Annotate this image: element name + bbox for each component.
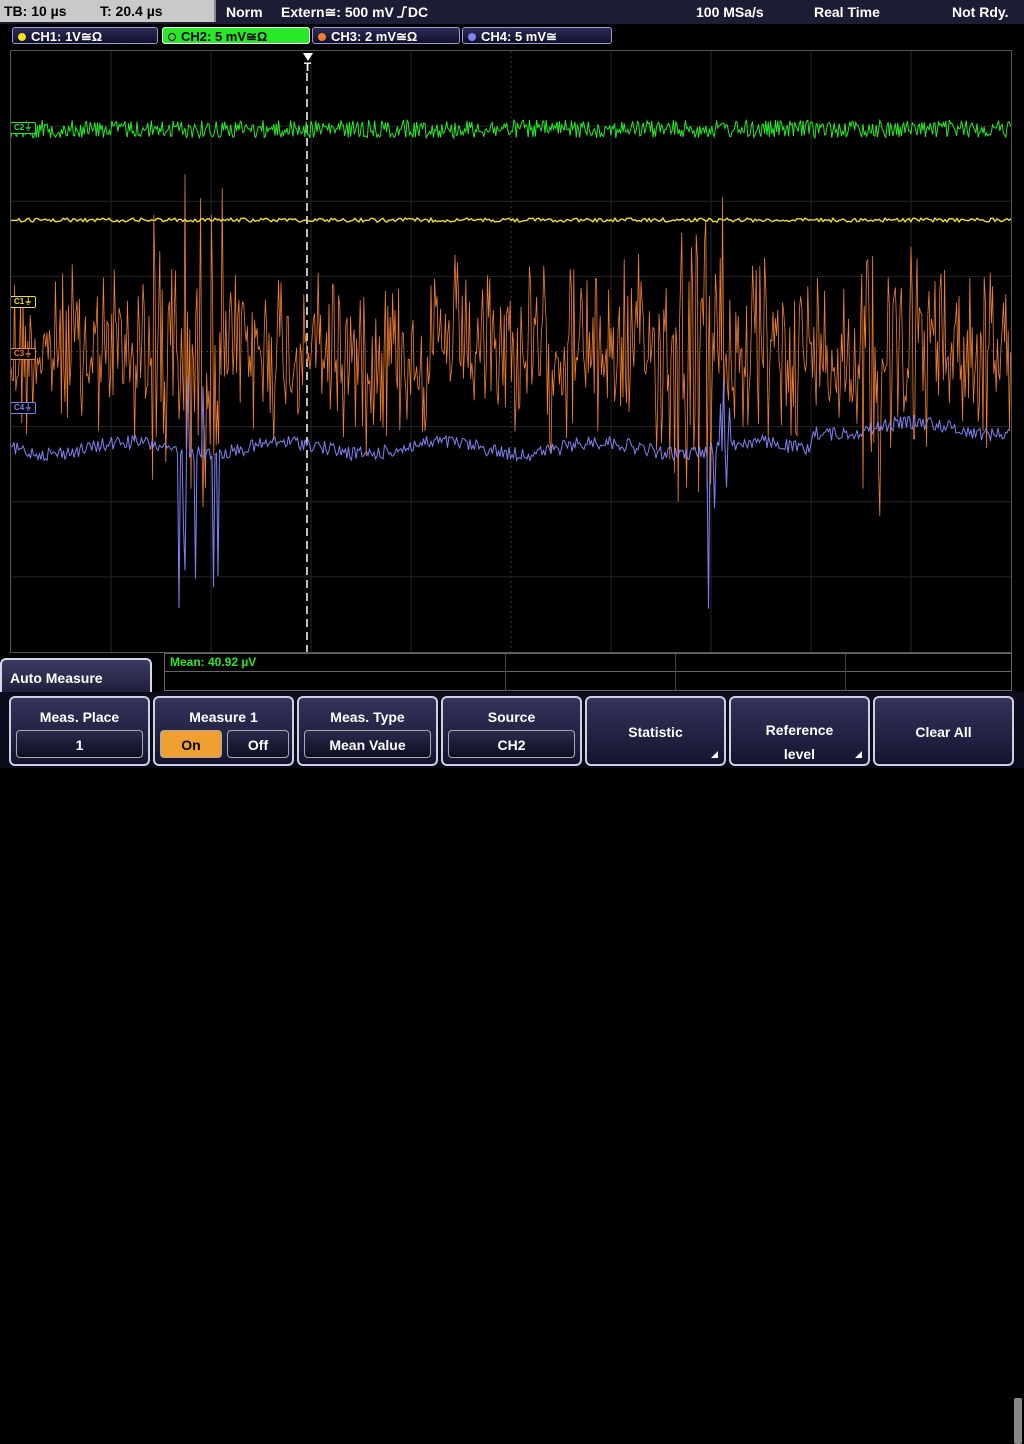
trigger-info[interactable]: Extern≅: 500 mV DC	[281, 0, 428, 24]
ch3-label: CH3: 2 mV≅Ω	[331, 29, 418, 44]
reference-level-label: Reference level	[731, 718, 868, 766]
trigger-time-label: T: 20.4 µs	[100, 3, 163, 19]
ch2-label: CH2: 5 mV≅Ω	[181, 29, 268, 44]
rising-edge-icon	[396, 6, 407, 18]
reference-label-line1: Reference	[765, 722, 834, 738]
statistic-label: Statistic	[628, 724, 683, 740]
submenu-arrow-icon	[855, 751, 862, 758]
softkey-bar: Meas. Place 1 Measure 1 On Off Meas. Typ…	[0, 692, 1024, 1444]
ch1-label: CH1: 1V≅Ω	[31, 29, 103, 44]
acquisition-status: Not Rdy.	[952, 4, 1009, 20]
trigger-source: Extern≅: 500 mV	[281, 4, 394, 20]
divider	[165, 671, 1011, 672]
statistic-softkey[interactable]: Statistic	[585, 696, 726, 766]
divider	[845, 654, 846, 690]
ch1-ground-marker[interactable]: C1⏚	[11, 296, 37, 308]
measurement-results: Mean: 40.92 µV	[164, 653, 1012, 691]
waveform-display[interactable]: C2⏚ C1⏚ C3⏚ C4⏚ T	[10, 50, 1012, 653]
ch1-color-dot	[18, 33, 26, 41]
ch2-ground-marker[interactable]: C2⏚	[11, 122, 37, 134]
channel-tabs: CH1: 1V≅Ω CH2: 5 mV≅Ω CH3: 2 mV≅Ω CH4: 5…	[0, 25, 1024, 48]
ch2-color-dot	[168, 33, 176, 41]
channel-tab-ch1[interactable]: CH1: 1V≅Ω	[12, 27, 158, 44]
timebase-box[interactable]: TB: 10 µs T: 20.4 µs	[0, 0, 216, 22]
trigger-position-label: T	[303, 60, 312, 74]
ch2-trace	[11, 118, 1011, 140]
source-softkey[interactable]: Source CH2	[441, 696, 582, 766]
trigger-position-marker[interactable]: T	[301, 53, 314, 73]
ch3-color-dot	[318, 33, 326, 41]
measure-off-button[interactable]: Off	[227, 730, 289, 758]
clear-all-softkey[interactable]: Clear All	[873, 696, 1014, 766]
channel-tab-ch4[interactable]: CH4: 5 mV≅	[462, 27, 612, 44]
meas-type-value[interactable]: Mean Value	[304, 730, 431, 758]
measure-1-softkey[interactable]: Measure 1 On Off	[153, 696, 294, 766]
reference-level-softkey[interactable]: Reference level	[729, 696, 870, 766]
measure-on-button[interactable]: On	[160, 730, 222, 758]
sample-rate: 100 MSa/s	[696, 4, 764, 20]
reference-label-line2: level	[783, 746, 816, 762]
clear-all-label: Clear All	[915, 724, 972, 740]
timebase-label: TB: 10 µs	[4, 3, 67, 19]
ch3-ground-marker[interactable]: C3⏚	[11, 348, 37, 360]
meas-type-softkey[interactable]: Meas. Type Mean Value	[297, 696, 438, 766]
ch4-color-dot	[468, 33, 476, 41]
menu-scroll-handle[interactable]	[1014, 1398, 1022, 1444]
channel-tab-ch2[interactable]: CH2: 5 mV≅Ω	[162, 27, 310, 44]
channel-tab-ch3[interactable]: CH3: 2 mV≅Ω	[312, 27, 460, 44]
meas-place-label: Meas. Place	[39, 709, 120, 725]
ch3-trace	[11, 174, 1011, 516]
meas-place-value[interactable]: 1	[16, 730, 143, 758]
ch4-label: CH4: 5 mV≅	[481, 29, 557, 44]
status-bar: TB: 10 µs T: 20.4 µs Norm Extern≅: 500 m…	[0, 0, 1024, 24]
trigger-mode[interactable]: Norm	[226, 0, 263, 24]
divider	[675, 654, 676, 690]
measure-1-label: Measure 1	[189, 709, 258, 725]
divider	[505, 654, 506, 690]
meas-place-softkey[interactable]: Meas. Place 1	[9, 696, 150, 766]
ch1-trace	[11, 216, 1011, 224]
waveform-traces	[11, 118, 1011, 609]
ch4-ground-marker[interactable]: C4⏚	[11, 402, 37, 414]
submenu-arrow-icon	[711, 751, 718, 758]
source-label: Source	[487, 709, 536, 725]
acquisition-mode[interactable]: Real Time	[814, 0, 880, 24]
source-value[interactable]: CH2	[448, 730, 575, 758]
measurement-1-result: Mean: 40.92 µV	[170, 655, 257, 669]
ch4-trace	[11, 375, 1011, 609]
meas-type-label: Meas. Type	[330, 709, 405, 725]
trigger-coupling: DC	[407, 4, 429, 20]
